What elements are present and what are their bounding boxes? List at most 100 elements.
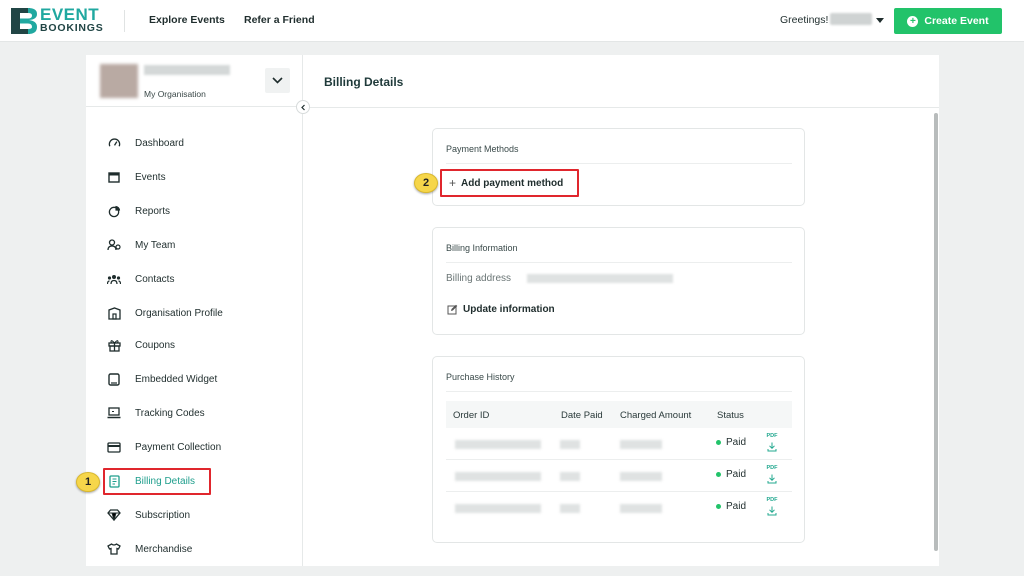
user-name-redacted[interactable] xyxy=(830,13,872,25)
date-paid-redacted xyxy=(560,440,580,449)
diamond-icon xyxy=(106,507,122,523)
step-2-badge: 2 xyxy=(414,173,438,193)
status-text: Paid xyxy=(726,469,747,480)
update-information-button[interactable]: Update information xyxy=(447,304,555,315)
sidebar-item-reports[interactable]: Reports xyxy=(106,201,286,221)
create-event-button[interactable]: + Create Event xyxy=(894,8,1002,34)
sidebar-item-label: Dashboard xyxy=(135,137,184,149)
column-header-date-paid: Date Paid xyxy=(561,410,603,421)
event-bookings-logo[interactable]: EVENT BOOKINGS xyxy=(10,6,110,36)
logo-mark-icon xyxy=(11,8,37,34)
sidebar-item-label: Merchandise xyxy=(135,543,193,555)
sidebar-item-label: Reports xyxy=(135,205,171,217)
status-text: Paid xyxy=(726,437,747,448)
billing-address-label: Billing address xyxy=(446,273,512,284)
organisation-switcher[interactable]: My Organisation xyxy=(86,55,303,107)
create-event-label: Create Event xyxy=(924,15,989,27)
table-row: Paid PDF xyxy=(446,460,792,492)
sidebar-item-label: My Team xyxy=(135,239,176,251)
sidebar-item-subscription[interactable]: Subscription xyxy=(106,505,286,525)
download-pdf-icon[interactable]: PDF xyxy=(766,433,778,452)
content-header-divider xyxy=(304,107,939,108)
logo-text-bookings: BOOKINGS xyxy=(40,22,104,34)
sidebar-item-label: Contacts xyxy=(135,273,175,285)
charged-amount-redacted xyxy=(620,472,662,481)
sidebar-item-label: Events xyxy=(135,171,166,183)
chevron-left-icon xyxy=(301,104,305,111)
gift-icon xyxy=(106,337,122,353)
sidebar-item-my-team[interactable]: My Team xyxy=(106,235,286,255)
sidebar-item-embedded-widget[interactable]: Embedded Widget xyxy=(106,369,286,389)
user-menu-caret-icon[interactable] xyxy=(876,18,884,23)
organisation-icon xyxy=(106,305,122,321)
status-badge: Paid xyxy=(716,469,746,480)
purchase-history-table-header: Order ID Date Paid Charged Amount Status xyxy=(446,401,792,428)
page-title: Billing Details xyxy=(324,75,404,89)
pdf-label: PDF xyxy=(766,497,778,503)
sidebar-item-label: Embedded Widget xyxy=(135,373,218,385)
plus-circle-icon: + xyxy=(907,15,919,27)
card-divider xyxy=(446,163,792,164)
date-paid-redacted xyxy=(560,504,580,513)
sidebar-item-organisation-profile[interactable]: Organisation Profile xyxy=(106,303,286,323)
purchase-history-card: Purchase History Order ID Date Paid Char… xyxy=(432,356,805,543)
sidebar-item-label: Coupons xyxy=(135,339,176,351)
payment-methods-title: Payment Methods xyxy=(446,144,519,154)
status-dot-icon xyxy=(716,440,721,445)
status-badge: Paid xyxy=(716,437,746,448)
status-text: Paid xyxy=(726,501,747,512)
pie-chart-icon xyxy=(106,203,122,219)
organisation-avatar xyxy=(100,64,138,98)
edit-icon xyxy=(447,304,458,315)
chevron-down-icon xyxy=(272,77,283,84)
column-header-status: Status xyxy=(717,410,744,421)
sidebar-item-dashboard[interactable]: Dashboard xyxy=(106,133,286,153)
sidebar-item-coupons[interactable]: Coupons xyxy=(106,335,286,355)
charged-amount-redacted xyxy=(620,440,662,449)
order-id-redacted xyxy=(455,440,541,449)
organisation-name-redacted xyxy=(144,65,230,75)
order-id-redacted xyxy=(455,504,541,513)
step-1-badge: 1 xyxy=(76,472,100,492)
card-divider xyxy=(446,391,792,392)
sidebar-item-events[interactable]: Events xyxy=(106,167,286,187)
status-dot-icon xyxy=(716,472,721,477)
organisation-subtitle: My Organisation xyxy=(144,89,206,99)
greeting-text: Greetings! xyxy=(780,14,829,26)
nav-refer-a-friend[interactable]: Refer a Friend xyxy=(244,14,315,26)
sidebar-item-label: Payment Collection xyxy=(135,441,222,453)
status-badge: Paid xyxy=(716,501,746,512)
sidebar-item-payment-collection[interactable]: Payment Collection xyxy=(106,437,286,457)
download-pdf-icon[interactable]: PDF xyxy=(766,465,778,484)
sidebar-item-label: Subscription xyxy=(135,509,191,521)
billing-address-value-redacted xyxy=(527,274,673,283)
column-header-charged-amount: Charged Amount xyxy=(620,410,692,421)
main-panel: My Organisation Dashboard Events Reports… xyxy=(86,55,939,566)
billing-information-title: Billing Information xyxy=(446,243,518,253)
purchase-history-title: Purchase History xyxy=(446,372,515,382)
calendar-icon xyxy=(106,169,122,185)
update-information-label: Update information xyxy=(463,304,555,315)
content-scrollbar[interactable] xyxy=(934,113,938,551)
download-arrow-icon xyxy=(767,474,777,484)
sidebar-item-contacts[interactable]: Contacts xyxy=(106,269,286,289)
download-pdf-icon[interactable]: PDF xyxy=(766,497,778,516)
sidebar-item-label: Tracking Codes xyxy=(135,407,205,419)
tshirt-icon xyxy=(106,541,122,557)
sidebar-item-merchandise[interactable]: Merchandise xyxy=(106,539,286,559)
date-paid-redacted xyxy=(560,472,580,481)
contacts-icon xyxy=(106,271,122,287)
download-arrow-icon xyxy=(767,442,777,452)
organisation-dropdown-button[interactable] xyxy=(265,68,290,93)
sidebar-item-tracking-codes[interactable]: Tracking Codes xyxy=(106,403,286,423)
sidebar-collapse-button[interactable] xyxy=(296,100,310,114)
nav-explore-events[interactable]: Explore Events xyxy=(149,14,225,26)
billing-information-card: Billing Information Billing address Upda… xyxy=(432,227,805,335)
status-dot-icon xyxy=(716,504,721,509)
top-navigation-bar: EVENT BOOKINGS Explore Events Refer a Fr… xyxy=(0,0,1024,42)
column-header-order-id: Order ID xyxy=(453,410,490,421)
credit-card-icon xyxy=(106,439,122,455)
pdf-label: PDF xyxy=(766,465,778,471)
pdf-label: PDF xyxy=(766,433,778,439)
table-row: Paid PDF xyxy=(446,492,792,524)
